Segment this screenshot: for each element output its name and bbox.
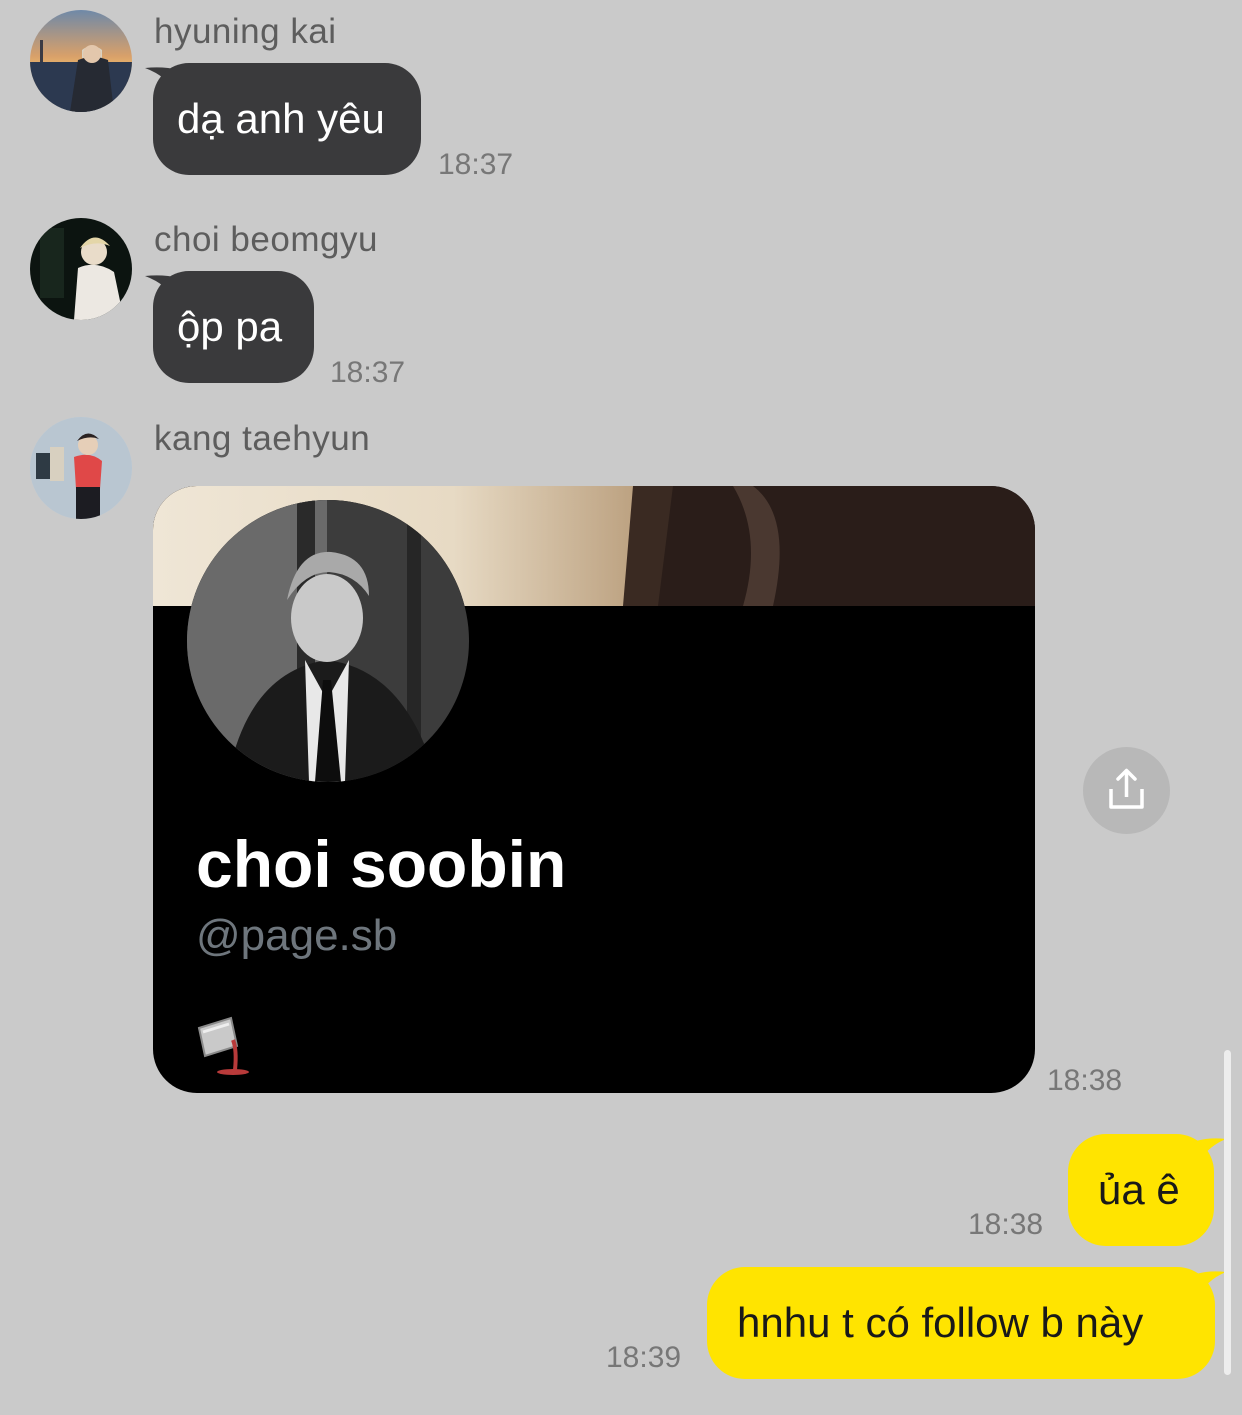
share-button[interactable] bbox=[1083, 747, 1170, 834]
bubble-tail bbox=[1196, 1271, 1226, 1300]
message-timestamp: 18:38 bbox=[968, 1208, 1044, 1241]
message-bubble[interactable]: ộp pa bbox=[153, 271, 314, 383]
bubble-tail bbox=[1196, 1138, 1226, 1167]
outgoing-message-bubble[interactable]: hnhu t có follow b này bbox=[707, 1267, 1215, 1379]
message-timestamp: 18:39 bbox=[606, 1341, 682, 1374]
outgoing-message-bubble[interactable]: ủa ê bbox=[1068, 1134, 1214, 1246]
sender-avatar-hyuning-kai[interactable] bbox=[30, 10, 132, 112]
message-bubble[interactable]: dạ anh yêu bbox=[153, 63, 421, 175]
message-timestamp: 18:38 bbox=[1047, 1064, 1123, 1097]
sender-avatar-choi-beomgyu[interactable] bbox=[30, 218, 132, 320]
profile-handle: @page.sb bbox=[196, 911, 398, 960]
sender-name: kang taehyun bbox=[154, 419, 371, 458]
message-timestamp: 18:37 bbox=[438, 148, 514, 181]
scrollbar[interactable] bbox=[1224, 1050, 1231, 1375]
sender-name: choi beomgyu bbox=[154, 220, 378, 259]
shared-profile-card[interactable]: choi soobin @page.sb bbox=[153, 486, 1035, 1093]
profile-avatar bbox=[187, 500, 469, 782]
sender-name: hyuning kai bbox=[154, 12, 337, 51]
share-icon bbox=[1109, 768, 1144, 809]
message-timestamp: 18:37 bbox=[330, 356, 406, 389]
spilled-cup-icon bbox=[197, 1016, 249, 1075]
sender-avatar-kang-taehyun[interactable] bbox=[30, 417, 132, 519]
profile-display-name: choi soobin bbox=[196, 827, 567, 901]
